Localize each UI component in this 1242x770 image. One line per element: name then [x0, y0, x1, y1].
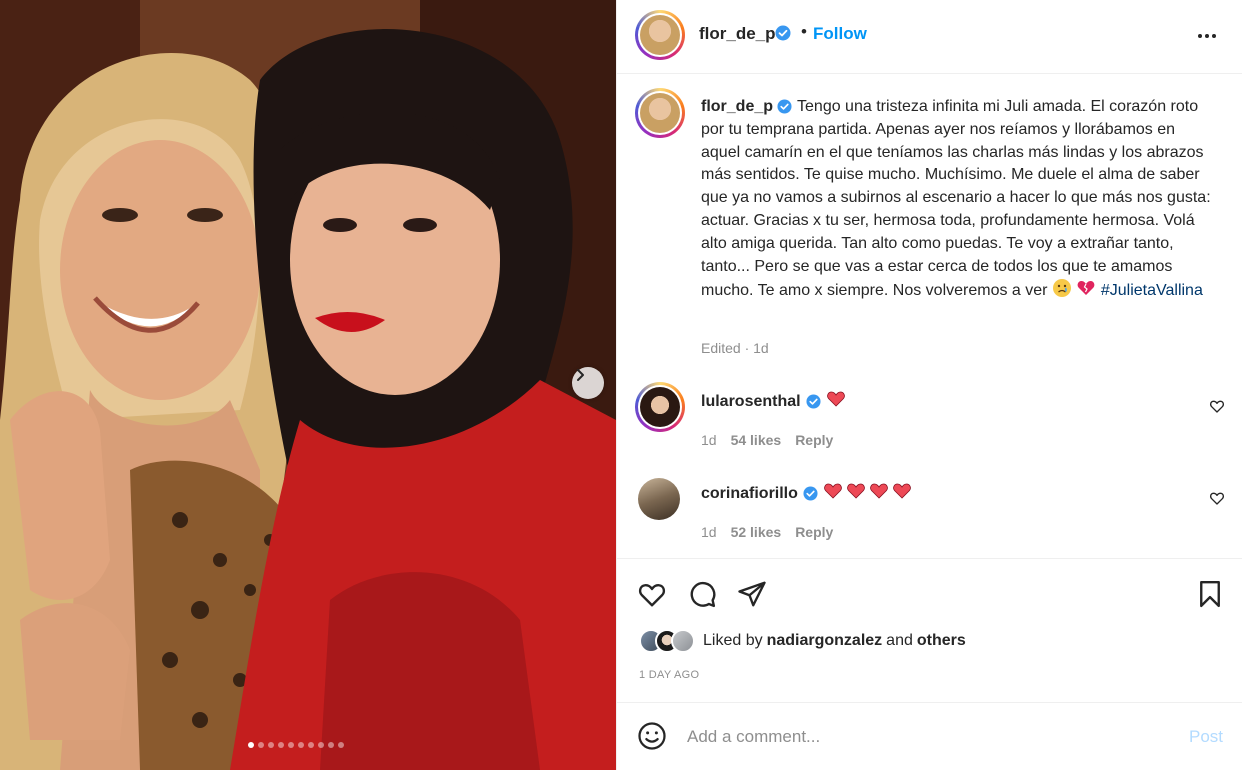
comment-emoji-hearts: [823, 481, 915, 506]
comment-input[interactable]: [687, 723, 1167, 751]
carousel-dot: [278, 742, 284, 748]
comment-emoji-hearts: [826, 389, 849, 414]
carousel-indicator: [248, 742, 344, 748]
commenter-avatar[interactable]: [638, 478, 680, 520]
verified-badge-icon: [806, 394, 821, 409]
commenter-avatar[interactable]: [635, 382, 685, 432]
comment-time[interactable]: 1d: [701, 524, 717, 540]
carousel-next-button[interactable]: [572, 367, 604, 399]
carousel-dot: [328, 742, 334, 748]
broken-heart-emoji-icon: [1078, 281, 1095, 296]
carousel-dot: [298, 742, 304, 748]
verified-badge-icon: [803, 486, 818, 501]
caption-author-avatar[interactable]: [635, 88, 685, 138]
liked-by-prefix: Liked by: [703, 632, 763, 649]
verified-badge-icon: [777, 99, 792, 114]
comment-line: corinafiorillo: [701, 481, 915, 506]
heart-icon[interactable]: [1209, 398, 1225, 414]
comment-meta: 1d 52 likes Reply: [701, 524, 833, 540]
sad-face-emoji-icon: [1052, 279, 1071, 298]
carousel-dot: [308, 742, 314, 748]
share-icon[interactable]: [737, 579, 767, 609]
comment-likes[interactable]: 54 likes: [731, 432, 782, 448]
author-avatar[interactable]: [635, 10, 685, 60]
comment-time[interactable]: 1d: [701, 432, 717, 448]
liked-by-user[interactable]: nadiargonzalez: [767, 632, 883, 650]
caption-hashtag[interactable]: #JulietaVallina: [1101, 282, 1203, 299]
comment-reply-button[interactable]: Reply: [795, 432, 833, 448]
heart-icon[interactable]: [637, 579, 667, 609]
comment-line: lularosenthal: [701, 389, 849, 414]
post-comment-button[interactable]: Post: [1189, 727, 1223, 747]
carousel-dot: [318, 742, 324, 748]
carousel-dot: [258, 742, 264, 748]
chevron-right-icon: [577, 369, 584, 381]
red-heart-emoji-icon: [847, 483, 865, 499]
carousel-dot: [288, 742, 294, 748]
post-header: flor_de_p • Follow: [617, 0, 1242, 74]
liked-by-summary: Liked by nadiargonzalez and others: [639, 629, 970, 653]
liker-avatars[interactable]: [639, 629, 695, 653]
post-photo: [0, 0, 616, 770]
bookmark-icon[interactable]: [1195, 579, 1225, 609]
caption-body: Tengo una tristeza infinita mi Juli amad…: [701, 98, 1211, 300]
smile-icon[interactable]: [637, 721, 667, 751]
red-heart-emoji-icon: [893, 483, 911, 499]
more-options-icon[interactable]: [1195, 24, 1219, 48]
header-separator: •: [801, 22, 807, 41]
caption-username[interactable]: flor_de_p: [701, 98, 773, 115]
photo-illustration: [0, 0, 616, 770]
comment-composer: Post: [617, 702, 1242, 770]
red-heart-emoji-icon: [870, 483, 888, 499]
carousel-dot: [248, 742, 254, 748]
author-username[interactable]: flor_de_p: [699, 24, 776, 44]
post-time-ago[interactable]: 1 DAY AGO: [639, 669, 699, 681]
red-heart-emoji-icon: [826, 391, 845, 407]
liked-by-and: and: [886, 632, 913, 649]
caption-edited-time: Edited · 1d: [701, 340, 769, 356]
red-heart-emoji-icon: [824, 483, 842, 499]
commenter-username[interactable]: corinafiorillo: [701, 485, 798, 503]
comment-meta: 1d 54 likes Reply: [701, 432, 833, 448]
liker-avatar: [671, 629, 695, 653]
comment-icon[interactable]: [687, 579, 717, 609]
follow-button[interactable]: Follow: [813, 24, 867, 44]
comment-likes[interactable]: 52 likes: [731, 524, 782, 540]
heart-icon[interactable]: [1209, 490, 1225, 506]
commenter-username[interactable]: lularosenthal: [701, 393, 801, 411]
caption-text: flor_de_p Tengo una tristeza infinita mi…: [701, 96, 1211, 303]
carousel-dot: [268, 742, 274, 748]
liked-by-others[interactable]: others: [917, 632, 966, 650]
carousel-dot: [338, 742, 344, 748]
verified-badge-icon: [775, 25, 791, 41]
post-details-panel: flor_de_p • Follow flor_de_p Tengo una t…: [616, 0, 1242, 770]
post-actions: Liked by nadiargonzalez and others 1 DAY…: [617, 558, 1242, 708]
comment-reply-button[interactable]: Reply: [795, 524, 833, 540]
